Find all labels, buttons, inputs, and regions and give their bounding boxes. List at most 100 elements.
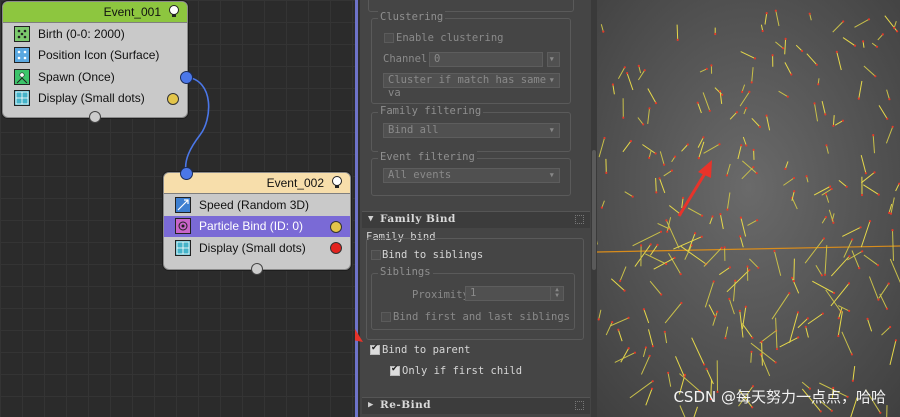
particle-dot bbox=[686, 143, 689, 146]
particle-dot bbox=[888, 98, 891, 101]
display-color-swatch[interactable] bbox=[167, 92, 179, 105]
channel-dropdown-button[interactable] bbox=[547, 52, 560, 67]
particle-dot bbox=[744, 305, 747, 308]
collapse-triangle-icon: ▼ bbox=[368, 214, 374, 224]
family-bind-rollout-header[interactable]: ▼ Family Bind bbox=[362, 211, 590, 228]
particle-dot bbox=[725, 174, 728, 177]
particle-dot bbox=[829, 185, 832, 188]
proximity-label: Proximity bbox=[412, 289, 469, 301]
channel-spinner[interactable]: 0 bbox=[429, 52, 543, 67]
particle-dot bbox=[896, 30, 899, 33]
particle-streak bbox=[676, 24, 679, 40]
particle-dot bbox=[611, 321, 614, 324]
particle-dot bbox=[703, 363, 706, 366]
rebind-rollout-title: Re-Bind bbox=[380, 399, 432, 411]
particle-dot bbox=[801, 49, 804, 53]
particle-dot bbox=[619, 279, 622, 282]
particle-dot bbox=[792, 279, 795, 283]
event-filtering-dropdown[interactable]: All events bbox=[383, 168, 560, 183]
enable-clustering-checkbox[interactable] bbox=[384, 33, 394, 43]
particle-view-graph[interactable]: Event_001 Birth (0-0: 2000) Position Ico… bbox=[0, 0, 355, 417]
lightbulb-icon[interactable] bbox=[330, 175, 344, 189]
operator-display[interactable]: Display (Small dots) bbox=[3, 88, 187, 110]
particle-dot bbox=[774, 361, 777, 364]
particle-dot bbox=[665, 219, 668, 222]
operator-spawn[interactable]: Spawn (Once) bbox=[3, 66, 193, 88]
parameters-panel[interactable]: Clustering Enable clustering Channel: 0 … bbox=[355, 0, 597, 417]
cluster-match-dropdown[interactable]: Cluster if match has same va bbox=[383, 73, 560, 99]
family-bind-rollout-title: Family Bind bbox=[380, 213, 456, 225]
event-001-input-socket[interactable] bbox=[89, 111, 101, 123]
event-wire bbox=[184, 76, 210, 173]
event-002-output-socket[interactable] bbox=[251, 263, 263, 275]
particle-dot bbox=[796, 311, 800, 314]
particle-dot bbox=[718, 143, 721, 146]
panel-scrollbar-thumb[interactable] bbox=[592, 150, 596, 270]
family-filtering-dropdown[interactable]: Bind all bbox=[383, 123, 560, 138]
particle-dot bbox=[858, 267, 861, 270]
bind-color-swatch[interactable] bbox=[330, 220, 342, 233]
family-filtering-value: Bind all bbox=[388, 124, 439, 136]
particle-dot bbox=[864, 172, 867, 175]
particle-dot bbox=[711, 215, 714, 218]
rebind-rollout-header[interactable]: ▶ Re-Bind bbox=[362, 397, 590, 414]
particle-dot bbox=[859, 226, 862, 229]
particle-dot bbox=[712, 280, 715, 283]
lightbulb-icon[interactable] bbox=[167, 4, 181, 18]
particle-dot bbox=[649, 243, 652, 246]
particle-dot bbox=[751, 336, 754, 339]
rollout-grip-icon[interactable] bbox=[575, 401, 584, 410]
operator-birth[interactable]: Birth (0-0: 2000) bbox=[3, 23, 187, 45]
channel-label: Channel: bbox=[383, 53, 434, 65]
particle-bind-icon bbox=[175, 218, 191, 235]
particle-dot bbox=[696, 101, 699, 104]
particle-dot bbox=[748, 90, 751, 93]
particle-dot bbox=[813, 102, 816, 105]
particle-dot bbox=[716, 310, 719, 313]
siblings-title: Siblings bbox=[378, 266, 433, 278]
particle-dot bbox=[889, 212, 893, 215]
particle-dot bbox=[633, 351, 636, 354]
particle-dot bbox=[752, 166, 755, 169]
operator-label: Birth (0-0: 2000) bbox=[38, 26, 125, 41]
rollout-grip-icon[interactable] bbox=[575, 215, 584, 224]
event-002-input-connector[interactable] bbox=[180, 167, 193, 180]
particle-dot bbox=[847, 282, 851, 285]
particle-dot bbox=[648, 354, 651, 357]
particle-dot bbox=[721, 93, 724, 96]
particle-dot bbox=[700, 235, 703, 238]
bind-first-last-checkbox[interactable] bbox=[381, 312, 391, 322]
particle-dot bbox=[891, 229, 894, 232]
particle-dot bbox=[756, 219, 759, 222]
particle-dot bbox=[655, 191, 658, 194]
particle-dot bbox=[631, 195, 634, 198]
particle-dot bbox=[757, 266, 760, 269]
operator-speed[interactable]: Speed (Random 3D) bbox=[164, 194, 350, 216]
spinner-arrows-icon[interactable]: ▲ ▼ bbox=[550, 287, 563, 300]
operator-position-icon[interactable]: Position Icon (Surface) bbox=[3, 45, 187, 67]
operator-display[interactable]: Display (Small dots) bbox=[164, 237, 350, 259]
event-001-header[interactable]: Event_001 bbox=[3, 2, 187, 23]
particle-dot bbox=[848, 255, 851, 258]
watermark-text: CSDN @每天努力一点点，哈哈 bbox=[673, 388, 886, 406]
event-002-node[interactable]: Event_002 Speed (Random 3D) Particle Bin… bbox=[163, 167, 351, 275]
particle-dot bbox=[643, 69, 646, 72]
only-first-child-checkbox[interactable] bbox=[390, 364, 400, 376]
particle-dot bbox=[748, 268, 751, 272]
event-001-node[interactable]: Event_001 Birth (0-0: 2000) Position Ico… bbox=[2, 1, 193, 123]
particle-dot bbox=[793, 190, 796, 193]
3d-viewport[interactable]: CSDN @每天努力一点点，哈哈 bbox=[597, 0, 900, 417]
display-color-swatch[interactable] bbox=[330, 242, 342, 254]
particle-dot bbox=[705, 67, 708, 70]
particle-dot bbox=[739, 235, 742, 238]
operator-particle-bind[interactable]: Particle Bind (ID: 0) bbox=[164, 215, 350, 237]
bind-to-siblings-checkbox[interactable] bbox=[371, 250, 381, 260]
particle-dot bbox=[819, 410, 822, 413]
particle-dot bbox=[851, 238, 854, 241]
particle-dot bbox=[605, 171, 608, 174]
particle-dot bbox=[891, 125, 894, 128]
proximity-spinner[interactable]: 1 ▲ ▼ bbox=[465, 286, 564, 301]
event-002-header[interactable]: Event_002 bbox=[164, 167, 350, 194]
particle-dot bbox=[889, 325, 892, 329]
spawn-output-connector[interactable] bbox=[180, 71, 193, 84]
